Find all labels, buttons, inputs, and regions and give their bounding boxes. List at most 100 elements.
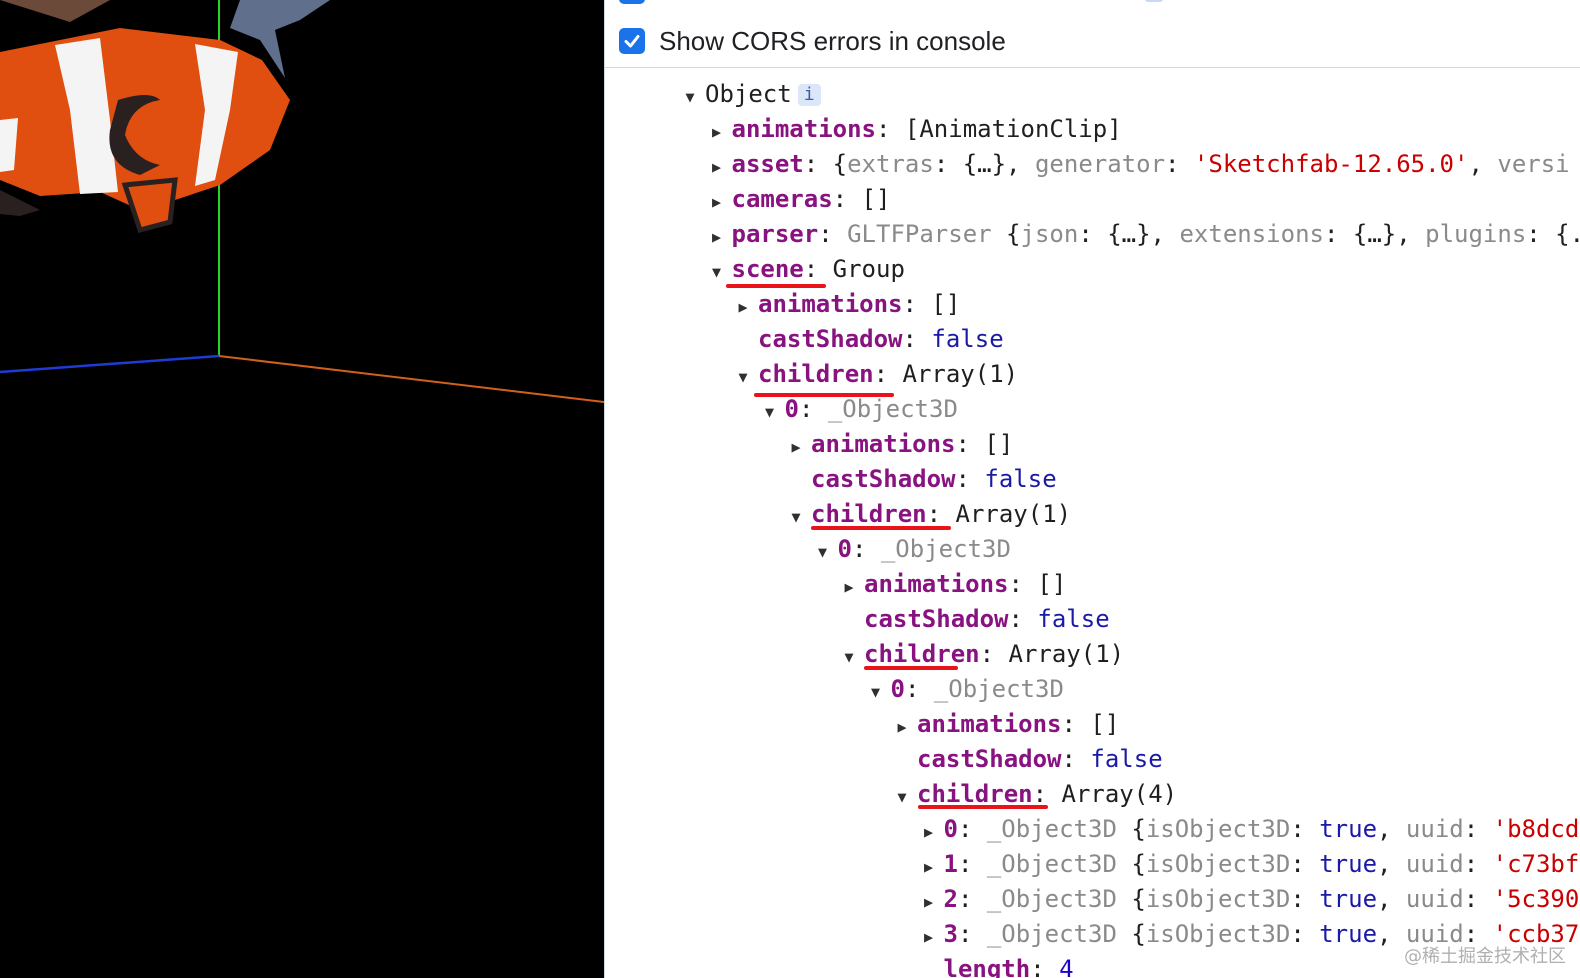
info-badge-icon[interactable]: i	[797, 84, 821, 106]
tree-row[interactable]: ▶ parser: GLTFParser {json: {…}, extensio…	[708, 217, 1580, 251]
property-key: 0	[890, 675, 905, 703]
triangle-down-icon[interactable]: ▼	[734, 360, 752, 394]
tree-row[interactable]: ▼ 0: _Object3D	[867, 672, 1064, 706]
property-value: : GLTFParser {json: {…}, extensions: {…}…	[818, 220, 1580, 248]
property-key: animations	[917, 710, 1062, 738]
property-key: cameras	[731, 185, 833, 213]
property-key: castShadow	[917, 745, 1062, 773]
rock-shape	[0, 0, 110, 22]
property-key: length	[943, 955, 1031, 978]
tree-row[interactable]: ▶ animations: []	[787, 427, 1013, 461]
cors-checkbox[interactable]	[619, 28, 645, 54]
property-value: : false	[1008, 605, 1110, 633]
triangle-down-icon[interactable]: ▼	[893, 780, 911, 814]
tree-row[interactable]: ▼ scene: Group	[708, 252, 905, 286]
property-value: : []	[1008, 570, 1067, 598]
triangle-down-icon[interactable]: ▼	[681, 80, 699, 114]
tree-row[interactable]: ▼ 0: _Object3D	[761, 392, 958, 426]
property-value: : false	[1061, 745, 1163, 773]
triangle-right-icon[interactable]: ▶	[787, 430, 805, 464]
property-value: : _Object3D {isObject3D: true, uuid: 'c7…	[957, 850, 1580, 878]
property-value: : Array(1)	[873, 360, 1019, 388]
property-key: asset	[731, 150, 804, 178]
scene-canvas	[0, 0, 604, 403]
tree-row: castShadow: false	[787, 462, 1057, 496]
tree-row[interactable]: ▶ 0: _Object3D {isObject3D: true, uuid: '…	[920, 812, 1579, 849]
underline-children-2	[811, 526, 951, 530]
property-key: 0	[837, 535, 852, 563]
property-key: parser	[731, 220, 819, 248]
triangle-down-icon[interactable]: ▼	[708, 255, 726, 289]
triangle-right-icon[interactable]: ▶	[708, 115, 726, 149]
partial-checkbox[interactable]	[619, 0, 645, 4]
tree-row: length: 4	[920, 952, 1074, 978]
property-value: : Array(1)	[926, 500, 1072, 528]
property-value: : Group	[803, 255, 905, 283]
underline-children-3	[864, 666, 958, 670]
property-key: children	[864, 640, 980, 668]
triangle-right-icon[interactable]: ▶	[893, 710, 911, 744]
tree-row[interactable]: ▼ children: Array(1)	[734, 357, 1018, 391]
checkmark-icon	[624, 35, 640, 48]
property-key: 2	[943, 885, 958, 913]
tree-row[interactable]: ▶ animations: [AnimationClip]	[708, 112, 1122, 146]
tree-row[interactable]: ▶ animations: []	[893, 707, 1119, 741]
property-value: : false	[955, 465, 1057, 493]
tree-row[interactable]: ▶ cameras: []	[708, 182, 890, 219]
clownfish-model	[0, 28, 290, 234]
tree-row[interactable]: ▶ animations: []	[734, 287, 960, 321]
property-key: animations	[811, 430, 956, 458]
triangle-right-icon[interactable]: ▶	[708, 150, 726, 184]
triangle-down-icon[interactable]: ▼	[761, 395, 779, 429]
settings-divider	[605, 67, 1580, 68]
tree-row[interactable]: ▶ animations: []	[840, 567, 1066, 601]
property-key: scene	[731, 255, 804, 283]
property-key: castShadow	[811, 465, 956, 493]
z-axis-line	[0, 354, 220, 374]
property-key: animations	[731, 115, 877, 143]
triangle-down-icon[interactable]: ▼	[787, 500, 805, 534]
triangle-right-icon[interactable]: ▶	[920, 920, 938, 954]
property-key: 3	[943, 920, 958, 948]
tree-row: castShadow: false	[734, 322, 1004, 356]
x-axis-line	[218, 355, 604, 403]
triangle-right-icon[interactable]: ▶	[708, 185, 726, 219]
property-value: : Array(1)	[979, 640, 1125, 668]
property-key: Object	[705, 80, 792, 108]
property-value: : {extras: {…}, generator: 'Sketchfab-12…	[803, 150, 1570, 178]
triangle-down-icon[interactable]: ▼	[867, 675, 885, 709]
underline-scene	[726, 284, 826, 288]
tree-row[interactable]: ▶ 2: _Object3D {isObject3D: true, uuid: '…	[920, 882, 1580, 919]
property-value: : [AnimationClip]	[876, 115, 1122, 143]
underline-children-4	[918, 805, 1048, 809]
tree-row: castShadow: false	[840, 602, 1110, 636]
property-value: : _Object3D	[798, 395, 958, 423]
triangle-right-icon[interactable]: ▶	[920, 815, 938, 849]
property-key: 0	[784, 395, 799, 423]
partial-badge	[1145, 0, 1163, 2]
watermark: @稀土掘金技术社区	[1404, 946, 1566, 967]
triangle-right-icon[interactable]: ▶	[920, 885, 938, 919]
triangle-down-icon[interactable]: ▼	[814, 535, 832, 569]
triangle-right-icon[interactable]: ▶	[708, 220, 726, 254]
tree-row[interactable]: ▶ 1: _Object3D {isObject3D: true, uuid: '…	[920, 847, 1580, 884]
property-value: : false	[902, 325, 1004, 353]
triangle-right-icon[interactable]: ▶	[920, 850, 938, 884]
triangle-right-icon[interactable]: ▶	[734, 290, 752, 324]
tree-row[interactable]: ▼ Object i	[681, 77, 821, 111]
property-key: 0	[943, 815, 958, 843]
property-key: castShadow	[864, 605, 1009, 633]
property-key: animations	[864, 570, 1009, 598]
tree-row[interactable]: ▶ asset: {extras: {…}, generator: 'Sketch…	[708, 147, 1570, 181]
property-key: animations	[758, 290, 903, 318]
property-value: : _Object3D {isObject3D: true, uuid: '5c…	[957, 885, 1580, 913]
triangle-down-icon[interactable]: ▼	[840, 640, 858, 674]
3d-viewport[interactable]	[0, 0, 604, 978]
triangle-right-icon[interactable]: ▶	[840, 570, 858, 604]
cors-errors-setting[interactable]: Show CORS errors in console	[619, 24, 1006, 58]
tree-row[interactable]: ▼ 0: _Object3D	[814, 532, 1011, 566]
cors-label: Show CORS errors in console	[659, 25, 1006, 56]
property-key: children	[758, 360, 874, 388]
property-value: : _Object3D	[904, 675, 1064, 703]
